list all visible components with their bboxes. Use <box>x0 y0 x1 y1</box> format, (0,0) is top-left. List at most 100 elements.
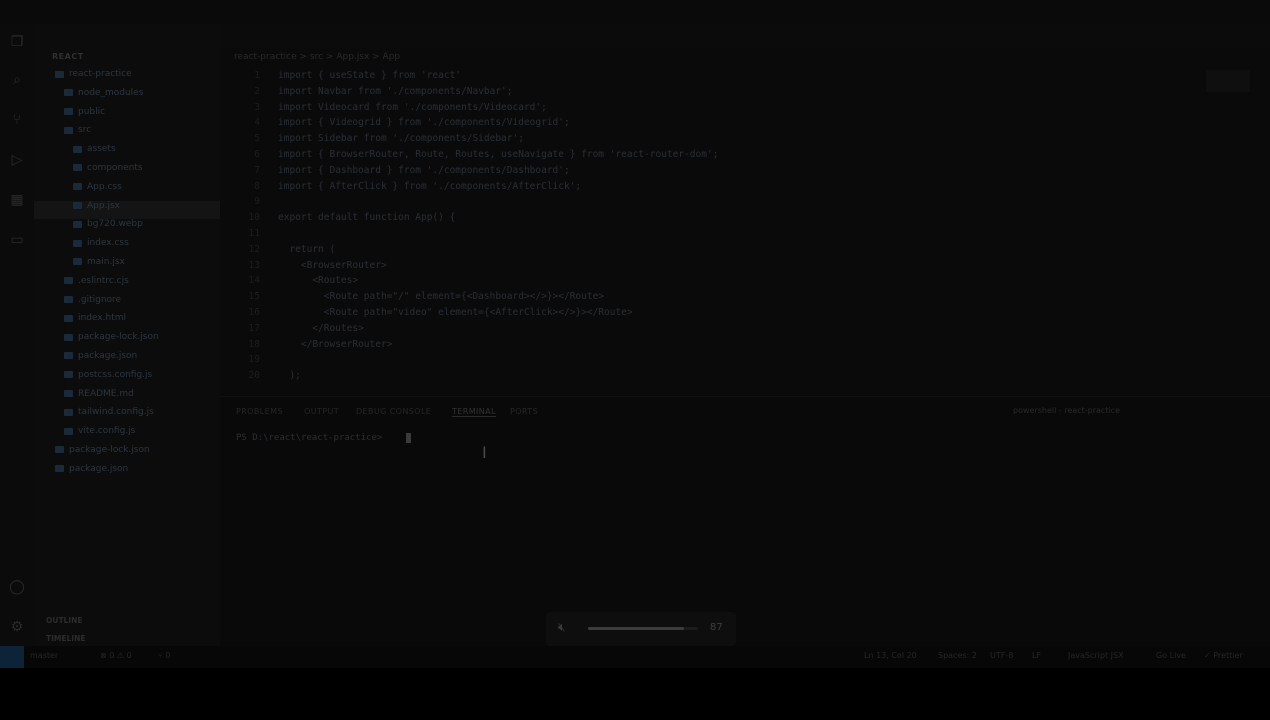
volume-slider[interactable] <box>588 627 698 630</box>
line-number: 19 <box>248 354 260 366</box>
line-number: 10 <box>248 212 260 224</box>
status-errors[interactable]: ⊗ 0 ⚠ 0 <box>100 651 132 660</box>
tree-item-label: index.css <box>87 238 129 249</box>
tree-item[interactable]: .eslintrc.cjs <box>34 276 220 295</box>
terminal-shell-label[interactable]: powershell - react-practice <box>1013 406 1120 415</box>
file-icon <box>73 145 82 153</box>
line-number: 5 <box>254 133 260 145</box>
line-number: 7 <box>254 164 260 176</box>
source-control-icon[interactable]: ⑂ <box>9 112 25 128</box>
status-prettier[interactable]: ✓ Prettier <box>1204 651 1243 660</box>
tree-item[interactable]: package.json <box>34 464 220 483</box>
file-icon <box>64 371 73 379</box>
tree-item[interactable]: components <box>34 163 220 182</box>
panel-tab-debug-console[interactable]: DEBUG CONSOLE <box>356 407 431 416</box>
code-editor[interactable]: 1 import { useState } from 'react' 2 import… <box>220 66 1270 396</box>
vscode-window: ❐ ⌕ ⑂ ▷ ▦ ▭ ◯ ⚙ REACT react-practice node… <box>0 0 1270 668</box>
line-number: 2 <box>254 85 260 97</box>
tree-item[interactable]: App.css <box>34 182 220 201</box>
speaker-muted-icon[interactable]: 🔇︎ <box>558 620 566 635</box>
file-icon <box>55 465 64 473</box>
tree-item-label: .gitignore <box>78 294 122 305</box>
file-icon <box>64 314 73 322</box>
breadcrumb[interactable]: react-practice > src > App.jsx > App <box>234 52 400 62</box>
line-number: 14 <box>248 275 260 287</box>
tree-item-label: package.json <box>69 463 129 474</box>
status-branch[interactable]: master <box>30 651 58 660</box>
tree-item[interactable]: index.html <box>34 313 220 332</box>
tree-item[interactable]: main.jsx <box>34 257 220 276</box>
tree-item[interactable]: src <box>34 125 220 144</box>
panel-tab-output[interactable]: OUTPUT <box>304 407 339 416</box>
file-icon <box>64 108 73 116</box>
panel-tab-terminal[interactable]: TERMINAL <box>452 407 496 417</box>
file-icon <box>64 427 73 435</box>
code-text: <BrowserRouter> <box>278 259 387 271</box>
tree-item-label: tailwind.config.js <box>78 407 154 418</box>
tree-item-label: node_modules <box>78 87 144 98</box>
status-language[interactable]: JavaScript JSX <box>1068 651 1124 660</box>
code-text: <Route path="video" element={<AfterClick… <box>278 307 633 318</box>
tree-item[interactable]: public <box>34 107 220 126</box>
tree-item[interactable]: assets <box>34 144 220 163</box>
tree-item[interactable]: README.md <box>34 389 220 408</box>
search-icon[interactable]: ⌕ <box>9 72 25 88</box>
line-number: 8 <box>254 180 260 192</box>
tree-item-label: main.jsx <box>87 256 125 267</box>
remote-indicator[interactable] <box>0 646 24 668</box>
code-text: import Videocard from './components/Vide… <box>278 101 547 113</box>
line-number: 12 <box>248 243 260 255</box>
file-icon <box>64 333 73 341</box>
minimap[interactable] <box>1206 70 1250 92</box>
code-text: import { Videogrid } from './components/… <box>278 117 570 129</box>
line-number: 18 <box>248 338 260 350</box>
tree-item[interactable]: react-practice <box>34 69 220 88</box>
timeline-section[interactable]: TIMELINE <box>46 634 85 643</box>
file-icon <box>64 352 73 360</box>
files-icon[interactable]: ❐ <box>9 34 25 50</box>
line-number: 9 <box>254 196 260 208</box>
file-icon <box>64 408 73 416</box>
tree-item[interactable]: bg720.webp <box>34 219 220 238</box>
outline-section[interactable]: OUTLINE <box>46 616 83 625</box>
status-encoding[interactable]: UTF-8 <box>990 651 1013 660</box>
tree-item[interactable]: postcss.config.js <box>34 370 220 389</box>
tree-item-label: index.html <box>78 313 126 324</box>
file-icon <box>73 202 82 210</box>
tree-item[interactable]: node_modules <box>34 88 220 107</box>
status-golive[interactable]: Go Live <box>1156 651 1186 660</box>
code-text: import { useState } from 'react' <box>278 70 462 81</box>
line-number: 1 <box>254 70 260 81</box>
debug-icon[interactable]: ▷ <box>9 152 25 168</box>
letterbox <box>0 668 1270 720</box>
tree-item[interactable]: package-lock.json <box>34 332 220 351</box>
status-spaces[interactable]: Spaces: 2 <box>938 651 977 660</box>
status-ports[interactable]: ⑂ 0 <box>158 651 170 660</box>
activity-bar: ❐ ⌕ ⑂ ▷ ▦ ▭ ◯ ⚙ <box>0 24 34 646</box>
extensions-icon[interactable]: ▦ <box>9 192 25 208</box>
volume-value: 87 <box>710 622 723 633</box>
tree-item[interactable]: .gitignore <box>34 295 220 314</box>
tree-item[interactable]: tailwind.config.js <box>34 407 220 426</box>
code-text: return ( <box>278 243 336 255</box>
file-icon <box>64 89 73 97</box>
account-icon[interactable]: ◯ <box>9 579 25 595</box>
line-number: 13 <box>248 259 260 271</box>
tree-item[interactable]: package.json <box>34 351 220 370</box>
terminal-cursor <box>406 433 411 443</box>
file-icon <box>73 258 82 266</box>
remote-explorer-icon[interactable]: ▭ <box>9 232 25 248</box>
panel-tab-ports[interactable]: PORTS <box>510 407 538 416</box>
gear-icon[interactable]: ⚙ <box>9 619 25 635</box>
code-text: <Routes> <box>278 275 359 287</box>
line-number: 15 <box>248 291 260 303</box>
text-cursor-icon: Ι <box>482 443 487 462</box>
status-eol[interactable]: LF <box>1032 651 1041 660</box>
tree-item-label: App.jsx <box>87 200 120 211</box>
tree-item[interactable]: vite.config.js <box>34 426 220 445</box>
panel-tab-problems[interactable]: PROBLEMS <box>236 407 283 416</box>
status-position[interactable]: Ln 13, Col 20 <box>864 651 917 660</box>
tree-item[interactable]: App.jsx <box>34 200 220 220</box>
tree-item[interactable]: package-lock.json <box>34 445 220 464</box>
tree-item[interactable]: index.css <box>34 238 220 257</box>
